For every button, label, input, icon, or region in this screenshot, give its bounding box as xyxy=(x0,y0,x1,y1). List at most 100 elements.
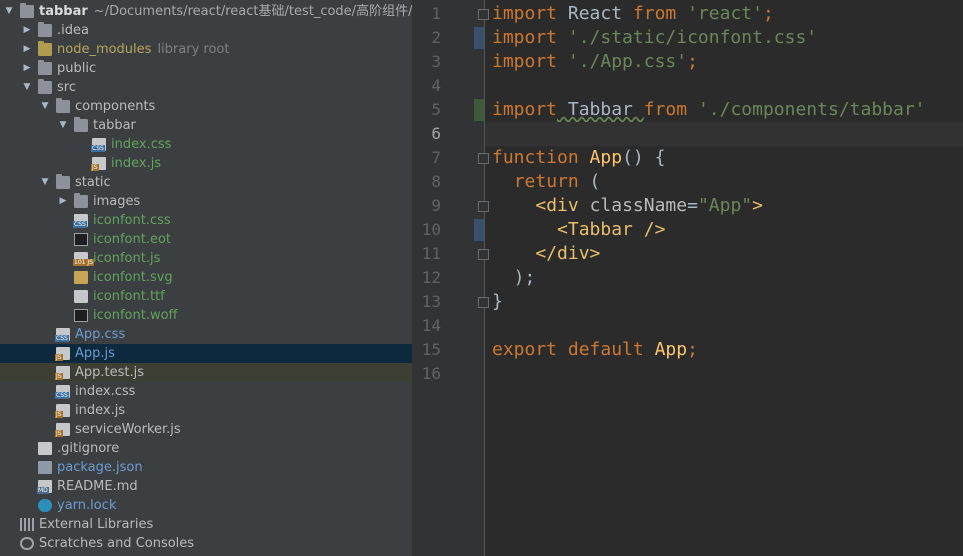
tree-row[interactable]: ▼ components xyxy=(0,97,412,116)
folder-icon xyxy=(74,117,88,132)
tree-row[interactable]: ▶ .idea xyxy=(0,21,412,40)
tree-row-label: External Libraries xyxy=(39,515,153,534)
file-name: iconfont.js xyxy=(93,251,161,266)
code-line[interactable] xyxy=(485,314,963,338)
tree-row[interactable]: JS App.js xyxy=(0,344,412,363)
chevron-down-icon[interactable]: ▼ xyxy=(4,2,14,21)
file-name: iconfont.woff xyxy=(93,308,178,323)
code-line[interactable]: import './static/iconfont.css' xyxy=(485,26,963,50)
tree-row[interactable]: iconfont.woff xyxy=(0,306,412,325)
code-editor[interactable]: import React from 'react'; import './stat… xyxy=(485,0,963,556)
tree-row[interactable]: MD README.md xyxy=(0,477,412,496)
json-file-icon xyxy=(38,461,52,474)
file-name: Scratches and Consoles xyxy=(39,536,195,551)
tree-row[interactable]: ▼ static xyxy=(0,173,412,192)
tree-row[interactable]: .gitignore xyxy=(0,439,412,458)
chevron-right-icon[interactable]: ▶ xyxy=(22,40,32,59)
file-name: node_modules xyxy=(57,42,152,57)
line-number: 12 xyxy=(421,268,441,287)
fold-icon[interactable] xyxy=(478,249,489,260)
tree-row-label: iconfont.eot xyxy=(93,230,171,249)
fold-icon[interactable] xyxy=(478,297,489,308)
file-icon xyxy=(38,442,52,455)
tree-row[interactable]: JS index.js xyxy=(0,154,412,173)
tree-row[interactable]: package.json xyxy=(0,458,412,477)
js-file-icon: JS xyxy=(55,347,70,361)
code-line[interactable]: ); xyxy=(485,266,963,290)
tree-row[interactable]: JS index.js xyxy=(0,401,412,420)
scratches-icon xyxy=(20,537,34,550)
tree-row[interactable]: CSS index.css xyxy=(0,382,412,401)
code-token: ); xyxy=(492,267,536,288)
tree-row[interactable]: iconfont.eot xyxy=(0,230,412,249)
code-line[interactable] xyxy=(485,122,963,146)
change-marker[interactable] xyxy=(474,99,484,121)
tree-row-label: iconfont.js xyxy=(93,249,160,268)
chevron-down-icon[interactable]: ▼ xyxy=(58,116,68,135)
tree-row[interactable]: ▼ src xyxy=(0,78,412,97)
svg-file-icon xyxy=(74,271,88,284)
change-marker[interactable] xyxy=(474,27,484,49)
tree-row[interactable]: ▼ tabbar ~/Documents/react/react基础/test_co… xyxy=(0,2,412,21)
fold-icon[interactable] xyxy=(478,201,489,212)
tree-row-label: index.css xyxy=(75,382,135,401)
change-marker[interactable] xyxy=(474,219,484,241)
code-token: ( xyxy=(578,171,601,192)
tree-row[interactable]: CSS index.css xyxy=(0,135,412,154)
line-number: 14 xyxy=(421,316,441,335)
line-number: 10 xyxy=(421,220,441,239)
code-token: import xyxy=(492,99,558,120)
chevron-right-icon[interactable]: ▶ xyxy=(22,59,32,78)
chevron-down-icon[interactable]: ▼ xyxy=(22,78,32,97)
tree-row[interactable]: CSS App.css xyxy=(0,325,412,344)
tree-row[interactable]: 101 JS iconfont.js xyxy=(0,249,412,268)
code-line[interactable]: <div className="App"> xyxy=(485,194,963,218)
code-line[interactable] xyxy=(485,74,963,98)
tree-row[interactable]: ▼ tabbar xyxy=(0,116,412,135)
code-line[interactable]: return ( xyxy=(485,170,963,194)
tree-row[interactable]: JS serviceWorker.js xyxy=(0,420,412,439)
tree-row-label: static xyxy=(75,173,111,192)
project-tree-panel[interactable]: ▼ tabbar ~/Documents/react/react基础/test_co… xyxy=(0,0,412,556)
tree-row[interactable]: ▶ public xyxy=(0,59,412,78)
tree-row[interactable]: ▶ images xyxy=(0,192,412,211)
file-name: .gitignore xyxy=(57,441,120,456)
tree-row[interactable]: CSS iconfont.css xyxy=(0,211,412,230)
code-line[interactable] xyxy=(485,362,963,386)
code-line[interactable]: <Tabbar /> xyxy=(485,218,963,242)
tree-row-label: iconfont.ttf xyxy=(93,287,165,306)
chevron-down-icon[interactable]: ▼ xyxy=(40,173,50,192)
tree-row[interactable]: External Libraries xyxy=(0,515,412,534)
tree-row[interactable]: iconfont.ttf xyxy=(0,287,412,306)
code-token: function xyxy=(492,147,579,168)
chevron-right-icon[interactable]: ▶ xyxy=(58,192,68,211)
tree-row-label: index.css xyxy=(111,135,171,154)
tree-row[interactable]: Scratches and Consoles xyxy=(0,534,412,553)
code-line[interactable]: import React from 'react'; xyxy=(485,2,963,26)
tree-row[interactable]: yarn.lock xyxy=(0,496,412,515)
chevron-down-icon[interactable]: ▼ xyxy=(40,97,50,116)
code-line[interactable]: } xyxy=(485,290,963,314)
tree-row-label: index.js xyxy=(75,401,125,420)
code-line[interactable]: </div> xyxy=(485,242,963,266)
code-line[interactable]: import Tabbar from './components/tabbar' xyxy=(485,98,963,122)
chevron-right-icon[interactable]: ▶ xyxy=(22,21,32,40)
line-number: 13 xyxy=(421,292,441,311)
tree-row[interactable]: ▶ node_modules library root xyxy=(0,40,412,59)
tree-row[interactable]: iconfont.svg xyxy=(0,268,412,287)
code-line[interactable]: import './App.css'; xyxy=(485,50,963,74)
yarn-icon xyxy=(38,499,52,512)
font-file-icon xyxy=(74,233,88,246)
fold-icon[interactable] xyxy=(478,9,489,20)
tree-row[interactable]: JS App.test.js xyxy=(0,363,412,382)
code-line[interactable]: export default App; xyxy=(485,338,963,362)
code-line[interactable]: function App() { xyxy=(485,146,963,170)
file-name: iconfont.css xyxy=(93,213,171,228)
js-file-icon: JS xyxy=(55,423,70,437)
fold-icon[interactable] xyxy=(478,153,489,164)
